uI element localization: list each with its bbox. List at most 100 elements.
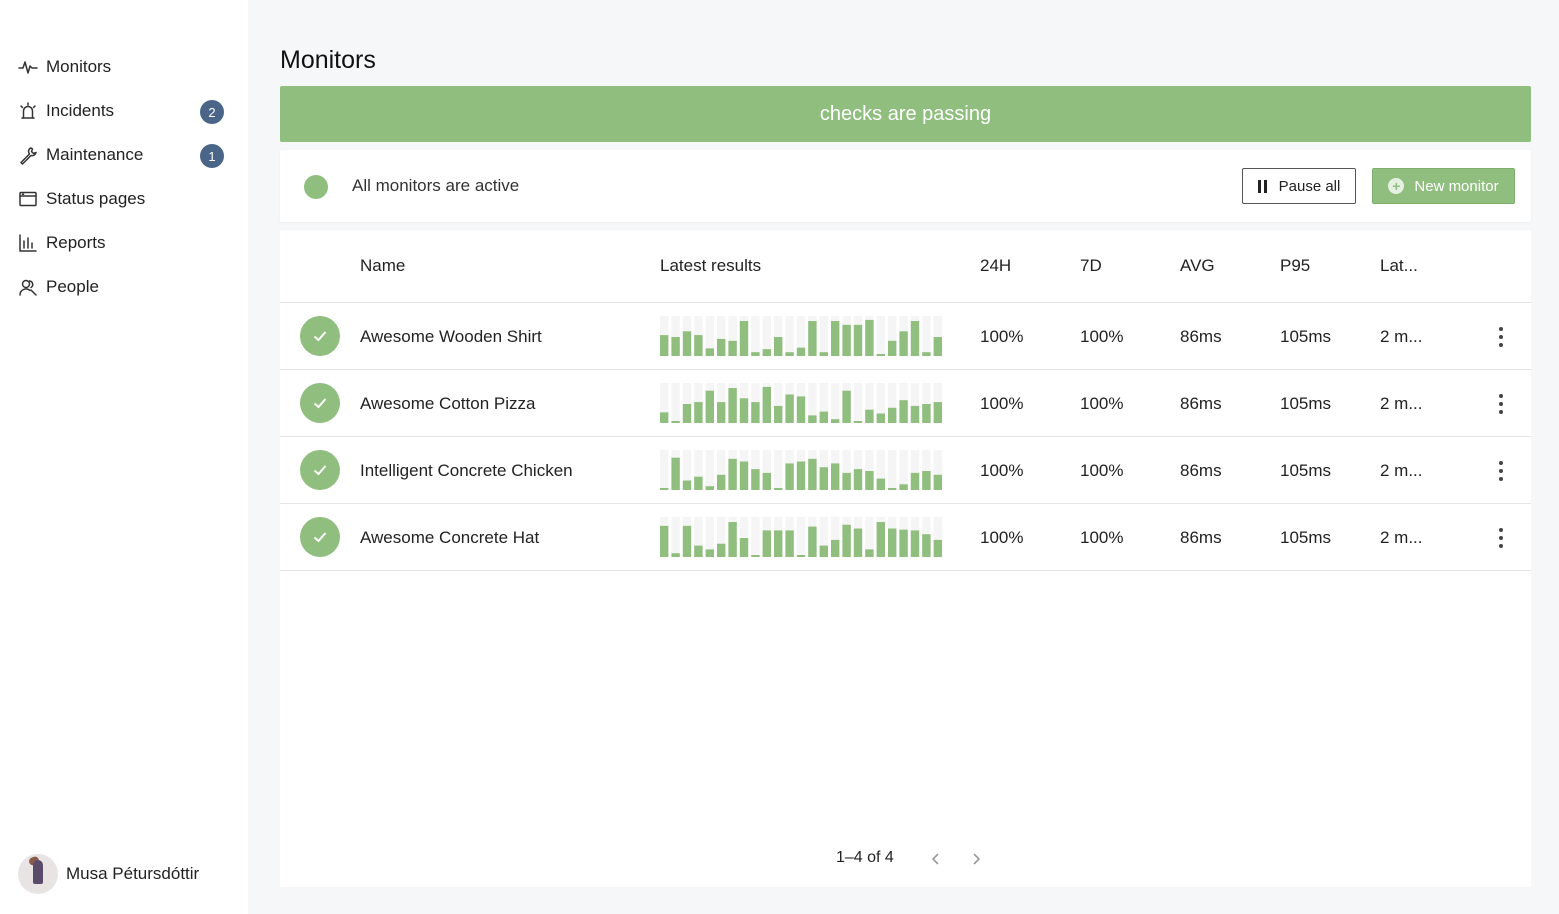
result-bar <box>705 390 714 423</box>
result-bar <box>671 421 680 423</box>
check-status-icon <box>300 517 340 557</box>
result-bar <box>922 471 931 490</box>
user-profile[interactable]: Musa Pétursdóttir <box>18 854 199 894</box>
result-bar <box>888 340 897 356</box>
sidebar-item-incidents[interactable]: Incidents 2 <box>0 89 248 133</box>
result-bar <box>819 467 828 490</box>
new-monitor-button[interactable]: + New monitor <box>1372 168 1515 204</box>
avatar <box>18 854 58 894</box>
people-icon <box>18 277 38 297</box>
p95-response: 105ms <box>1280 461 1332 480</box>
result-bar <box>717 402 726 423</box>
uptime-24h: 100% <box>980 394 1024 413</box>
column-header-7d[interactable]: 7D <box>1080 256 1102 276</box>
maintenance-count-badge: 1 <box>200 144 224 168</box>
table-row[interactable]: Awesome Wooden Shirt 100% 100% 86ms 105ms 2 m… <box>280 303 1531 370</box>
result-bar <box>796 347 806 356</box>
status-indicator-dot <box>304 175 328 199</box>
result-bar-track <box>853 383 863 423</box>
pause-all-label: Pause all <box>1278 177 1341 195</box>
sidebar-item-people[interactable]: People <box>0 265 248 309</box>
status-text: All monitors are active <box>352 176 520 195</box>
table-row[interactable]: Awesome Concrete Hat 100% 100% 86ms 105ms 2 m… <box>280 504 1531 571</box>
row-more-menu-icon[interactable] <box>1490 391 1512 417</box>
pagination-label: 1–4 of 4 <box>836 849 894 866</box>
uptime-24h: 100% <box>980 327 1024 346</box>
result-bar <box>899 331 908 356</box>
column-header-avg[interactable]: AVG <box>1180 256 1215 276</box>
result-bar <box>785 530 794 557</box>
result-bar <box>922 534 931 557</box>
result-bar <box>774 488 783 490</box>
result-bar-track <box>751 316 760 356</box>
latest-results-sparkline <box>660 316 945 356</box>
uptime-7d: 100% <box>1080 461 1124 480</box>
monitor-name[interactable]: Awesome Concrete Hat <box>360 528 539 548</box>
sidebar-nav: Monitors Incidents 2 Maintenance 1 Statu… <box>0 45 248 309</box>
result-bar <box>808 415 817 423</box>
column-header-name[interactable]: Name <box>360 256 405 276</box>
row-more-menu-icon[interactable] <box>1490 324 1512 350</box>
status-banner: checks are passing <box>280 86 1531 142</box>
result-bar <box>933 474 942 490</box>
result-bar <box>751 352 760 356</box>
sidebar-item-monitors[interactable]: Monitors <box>0 45 248 89</box>
row-more-menu-icon[interactable] <box>1490 525 1512 551</box>
pause-all-button[interactable]: Pause all <box>1242 168 1356 204</box>
result-bar <box>705 549 714 557</box>
column-header-24h[interactable]: 24H <box>980 256 1011 276</box>
sidebar-item-label: Reports <box>46 233 106 252</box>
result-bar <box>853 324 863 356</box>
result-bar <box>705 486 714 490</box>
result-bar <box>694 335 703 356</box>
result-bar <box>933 539 942 557</box>
p95-response: 105ms <box>1280 394 1332 413</box>
wrench-icon <box>18 145 38 165</box>
table-row[interactable]: Awesome Cotton Pizza 100% 100% 86ms 105ms 2 m… <box>280 370 1531 437</box>
pause-icon <box>1257 179 1267 193</box>
result-bar <box>705 348 714 356</box>
user-name: Musa Pétursdóttir <box>66 864 200 883</box>
result-bar <box>682 404 692 423</box>
result-bar <box>739 461 749 490</box>
table-row[interactable]: Intelligent Concrete Chicken 100% 100% 86ms… <box>280 437 1531 504</box>
column-header-latest-results: Latest results <box>660 256 762 275</box>
result-bar <box>694 545 703 557</box>
result-bar <box>762 349 771 356</box>
row-more-menu-icon[interactable] <box>1490 458 1512 484</box>
sidebar: Monitors Incidents 2 Maintenance 1 Statu… <box>0 0 248 914</box>
result-bar <box>831 321 840 356</box>
next-page-button[interactable] <box>965 848 987 870</box>
sidebar-item-reports[interactable]: Reports <box>0 221 248 265</box>
sidebar-item-label: Maintenance <box>46 145 144 164</box>
uptime-7d: 100% <box>1080 394 1124 413</box>
result-bar <box>842 524 851 557</box>
last-checked: 2 m... <box>1380 461 1423 480</box>
result-bar <box>739 538 749 557</box>
monitors-status-card: All monitors are active Pause all + New … <box>280 150 1531 222</box>
result-bar <box>831 463 840 490</box>
browser-window-icon <box>18 189 38 209</box>
sidebar-item-status-pages[interactable]: Status pages <box>0 177 248 221</box>
latest-results-sparkline <box>660 517 945 557</box>
monitor-name[interactable]: Awesome Wooden Shirt <box>360 327 542 347</box>
p95-response: 105ms <box>1280 528 1332 547</box>
avg-response: 86ms <box>1180 394 1222 413</box>
sidebar-item-label: Monitors <box>46 57 112 76</box>
monitor-name[interactable]: Awesome Cotton Pizza <box>360 394 535 414</box>
monitor-name[interactable]: Intelligent Concrete Chicken <box>360 461 573 481</box>
check-status-icon <box>300 450 340 490</box>
sidebar-item-maintenance[interactable]: Maintenance 1 <box>0 133 248 177</box>
result-bar <box>717 543 726 557</box>
result-bar-track <box>671 383 680 423</box>
result-bar <box>682 480 692 490</box>
column-header-p95[interactable]: P95 <box>1280 256 1310 276</box>
result-bar <box>796 461 806 490</box>
previous-page-button[interactable] <box>925 848 947 870</box>
result-bar <box>865 409 874 423</box>
column-header-last[interactable]: Lat... <box>1380 256 1418 276</box>
result-bar <box>922 352 931 356</box>
avg-response: 86ms <box>1180 327 1222 346</box>
result-bar <box>774 337 783 356</box>
last-checked: 2 m... <box>1380 528 1423 547</box>
